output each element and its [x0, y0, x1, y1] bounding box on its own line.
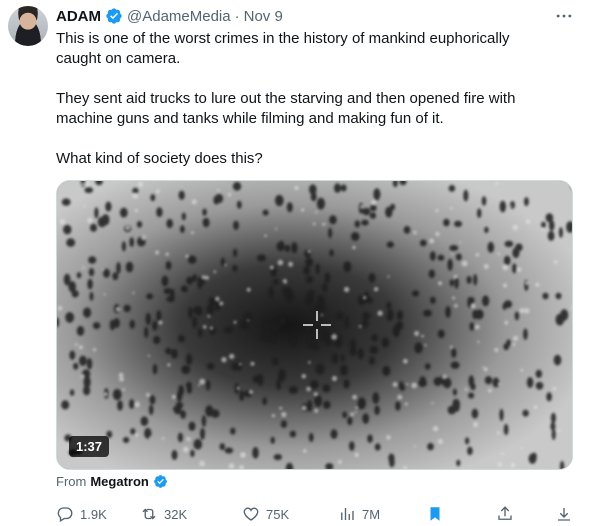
bookmark-icon: [430, 507, 440, 521]
reply-button[interactable]: 1.9K: [56, 504, 107, 524]
like-icon: [243, 507, 259, 521]
download-button[interactable]: [555, 504, 573, 524]
download-icon: [558, 508, 570, 521]
like-count: 75K: [266, 506, 290, 522]
repost-icon: [142, 508, 156, 520]
action-bar: 1.9K 32K 75K 7M: [56, 504, 576, 524]
post-date[interactable]: Nov 9: [244, 8, 283, 25]
tweet[interactable]: ADAM @AdameMedia · Nov 9 This is one of …: [0, 0, 592, 526]
avatar[interactable]: [8, 6, 48, 46]
separator: ·: [234, 7, 240, 25]
media-attribution: From Megatron: [56, 474, 168, 489]
tweet-paragraph: What kind of society does this?: [56, 150, 263, 167]
tweet-text: This is one of the worst crimes in the h…: [56, 29, 556, 169]
author-name[interactable]: ADAM: [56, 8, 101, 25]
more-dots-icon[interactable]: [554, 6, 574, 26]
bookmark-button[interactable]: [426, 504, 444, 524]
author-handle[interactable]: @AdameMedia: [127, 8, 231, 25]
tweet-paragraph: This is one of the worst crimes in the h…: [56, 30, 510, 67]
share-button[interactable]: [496, 504, 514, 524]
from-source-link[interactable]: Megatron: [90, 474, 149, 489]
tweet-header: ADAM @AdameMedia · Nov 9: [56, 6, 283, 26]
from-label: From: [56, 474, 87, 489]
views-count: 7M: [362, 506, 381, 522]
video-duration: 1:37: [69, 436, 110, 457]
verified-badge-icon: [106, 8, 122, 24]
verified-badge-icon: [153, 475, 167, 488]
crosshair-icon: [303, 311, 331, 339]
like-button[interactable]: 75K: [242, 504, 289, 524]
reply-count: 1.9K: [80, 506, 107, 522]
views-button[interactable]: 7M: [338, 504, 380, 524]
repost-button[interactable]: 32K: [140, 504, 187, 524]
share-icon: [498, 506, 512, 520]
tweet-paragraph: They sent aid trucks to lure out the sta…: [56, 90, 516, 127]
repost-count: 32K: [164, 506, 188, 522]
video-player[interactable]: 1:37: [56, 180, 573, 470]
reply-icon: [57, 507, 73, 522]
views-icon: [341, 508, 354, 520]
